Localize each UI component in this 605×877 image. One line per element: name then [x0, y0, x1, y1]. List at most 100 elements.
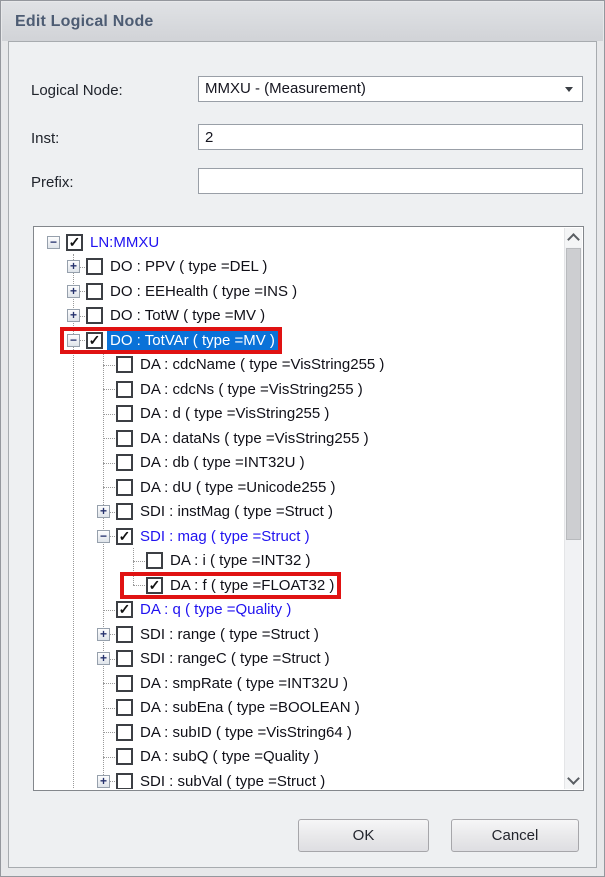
tree-row: DA : subID ( type =VisString64 ) [35, 720, 564, 745]
chevron-down-icon[interactable] [565, 87, 573, 92]
checked-checkbox[interactable]: ✓ [146, 577, 163, 594]
tree-scrollbar[interactable] [564, 228, 582, 789]
unchecked-checkbox[interactable] [116, 724, 133, 741]
tree-connector [97, 432, 110, 445]
expand-icon[interactable]: + [67, 309, 80, 322]
tree-row: + SDI : instMag ( type =Struct ) [35, 500, 564, 525]
unchecked-checkbox[interactable] [116, 356, 133, 373]
collapse-icon[interactable]: − [47, 236, 60, 249]
expand-icon[interactable]: + [67, 285, 80, 298]
logical-node-label: Logical Node: [31, 82, 123, 99]
tree-row: + DO : TotW ( type =MV ) [35, 304, 564, 329]
unchecked-checkbox[interactable] [86, 307, 103, 324]
tree-row: + DO : EEHealth ( type =INS ) [35, 279, 564, 304]
unchecked-checkbox[interactable] [116, 430, 133, 447]
logical-node-dropdown[interactable]: MMXU - (Measurement) [198, 76, 583, 102]
dialog-titlebar: Edit Logical Node [2, 2, 603, 41]
tree-item-label[interactable]: DA : smpRate ( type =INT32U ) [137, 674, 351, 693]
tree-connector [97, 358, 110, 371]
tree-item-label[interactable]: SDI : rangeC ( type =Struct ) [137, 649, 333, 668]
cancel-button[interactable]: Cancel [451, 819, 579, 852]
tree-row: + SDI : rangeC ( type =Struct ) [35, 647, 564, 672]
tree-connector [97, 407, 110, 420]
tree-item-label[interactable]: DA : subQ ( type =Quality ) [137, 747, 322, 766]
tree-connector [97, 481, 110, 494]
node-tree: −✓LN:MMXU+DO : PPV ( type =DEL )+DO : EE… [33, 226, 584, 791]
unchecked-checkbox[interactable] [116, 381, 133, 398]
tree-row: DA : i ( type =INT32 ) [35, 549, 564, 574]
unchecked-checkbox[interactable] [116, 479, 133, 496]
tree-row: DA : db ( type =INT32U ) [35, 451, 564, 476]
tree-row: ✓DA : f ( type =FLOAT32 ) [35, 573, 564, 598]
expand-icon[interactable]: + [97, 505, 110, 518]
unchecked-checkbox[interactable] [86, 258, 103, 275]
tree-item-label[interactable]: SDI : range ( type =Struct ) [137, 625, 322, 644]
tree-item-label[interactable]: DA : dataNs ( type =VisString255 ) [137, 429, 372, 448]
tree-item-label[interactable]: SDI : instMag ( type =Struct ) [137, 502, 336, 521]
tree-item-label[interactable]: DA : cdcName ( type =VisString255 ) [137, 355, 387, 374]
tree-item-label[interactable]: DO : TotW ( type =MV ) [107, 306, 268, 325]
collapse-icon[interactable]: − [67, 334, 80, 347]
tree-item-label[interactable]: DA : subEna ( type =BOOLEAN ) [137, 698, 363, 717]
tree-connector [127, 554, 140, 567]
unchecked-checkbox[interactable] [116, 699, 133, 716]
tree-connector [97, 677, 110, 690]
tree-item-label[interactable]: DA : subID ( type =VisString64 ) [137, 723, 355, 742]
unchecked-checkbox[interactable] [116, 626, 133, 643]
unchecked-checkbox[interactable] [116, 503, 133, 520]
unchecked-checkbox[interactable] [146, 552, 163, 569]
tree-item-label[interactable]: DO : EEHealth ( type =INS ) [107, 282, 300, 301]
tree-row: DA : d ( type =VisString255 ) [35, 402, 564, 427]
unchecked-checkbox[interactable] [116, 454, 133, 471]
tree-row: DA : subEna ( type =BOOLEAN ) [35, 696, 564, 721]
tree-item-label[interactable]: SDI : subVal ( type =Struct ) [137, 772, 328, 789]
tree-item-label[interactable]: SDI : mag ( type =Struct ) [137, 527, 313, 546]
tree-row: −✓SDI : mag ( type =Struct ) [35, 524, 564, 549]
unchecked-checkbox[interactable] [116, 773, 133, 789]
dialog-title: Edit Logical Node [2, 2, 603, 31]
tree-connector [97, 456, 110, 469]
checked-checkbox[interactable]: ✓ [116, 601, 133, 618]
prefix-input[interactable] [198, 168, 583, 194]
tree-connector [97, 383, 110, 396]
scroll-up-button[interactable] [565, 228, 582, 247]
scroll-down-button[interactable] [565, 770, 582, 789]
tree-connector [97, 603, 110, 616]
inst-input[interactable] [198, 124, 583, 150]
unchecked-checkbox[interactable] [86, 283, 103, 300]
checked-checkbox[interactable]: ✓ [116, 528, 133, 545]
tree-item-label[interactable]: DA : cdcNs ( type =VisString255 ) [137, 380, 366, 399]
expand-icon[interactable]: + [97, 628, 110, 641]
chevron-up-icon [567, 233, 580, 246]
expand-icon[interactable]: + [67, 260, 80, 273]
scrollbar-thumb[interactable] [566, 248, 581, 540]
tree-row: DA : dU ( type =Unicode255 ) [35, 475, 564, 500]
unchecked-checkbox[interactable] [116, 748, 133, 765]
tree-row: DA : dataNs ( type =VisString255 ) [35, 426, 564, 451]
tree-item-label[interactable]: DA : i ( type =INT32 ) [167, 551, 313, 570]
tree-row: ✓DA : q ( type =Quality ) [35, 598, 564, 623]
tree-item-label[interactable]: DA : d ( type =VisString255 ) [137, 404, 332, 423]
edit-logical-node-dialog: Edit Logical Node Logical Node: MMXU - (… [0, 0, 605, 877]
tree-row: DA : cdcNs ( type =VisString255 ) [35, 377, 564, 402]
tree-item-label[interactable]: DA : db ( type =INT32U ) [137, 453, 308, 472]
checked-checkbox[interactable]: ✓ [86, 332, 103, 349]
tree-row: −✓LN:MMXU [35, 230, 564, 255]
unchecked-checkbox[interactable] [116, 675, 133, 692]
prefix-label: Prefix: [31, 174, 74, 191]
tree-item-label[interactable]: DA : dU ( type =Unicode255 ) [137, 478, 339, 497]
unchecked-checkbox[interactable] [116, 405, 133, 422]
tree-item-label[interactable]: DO : PPV ( type =DEL ) [107, 257, 270, 276]
expand-icon[interactable]: + [97, 652, 110, 665]
collapse-icon[interactable]: − [97, 530, 110, 543]
checked-checkbox[interactable]: ✓ [66, 234, 83, 251]
unchecked-checkbox[interactable] [116, 650, 133, 667]
tree-item-label[interactable]: DO : TotVAr ( type =MV ) [107, 331, 278, 350]
tree-item-label[interactable]: DA : f ( type =FLOAT32 ) [167, 576, 337, 595]
tree-row: DA : smpRate ( type =INT32U ) [35, 671, 564, 696]
ok-button[interactable]: OK [298, 819, 429, 852]
tree-item-label[interactable]: DA : q ( type =Quality ) [137, 600, 294, 619]
tree-item-label[interactable]: LN:MMXU [87, 233, 162, 252]
inst-label: Inst: [31, 130, 59, 147]
expand-icon[interactable]: + [97, 775, 110, 788]
